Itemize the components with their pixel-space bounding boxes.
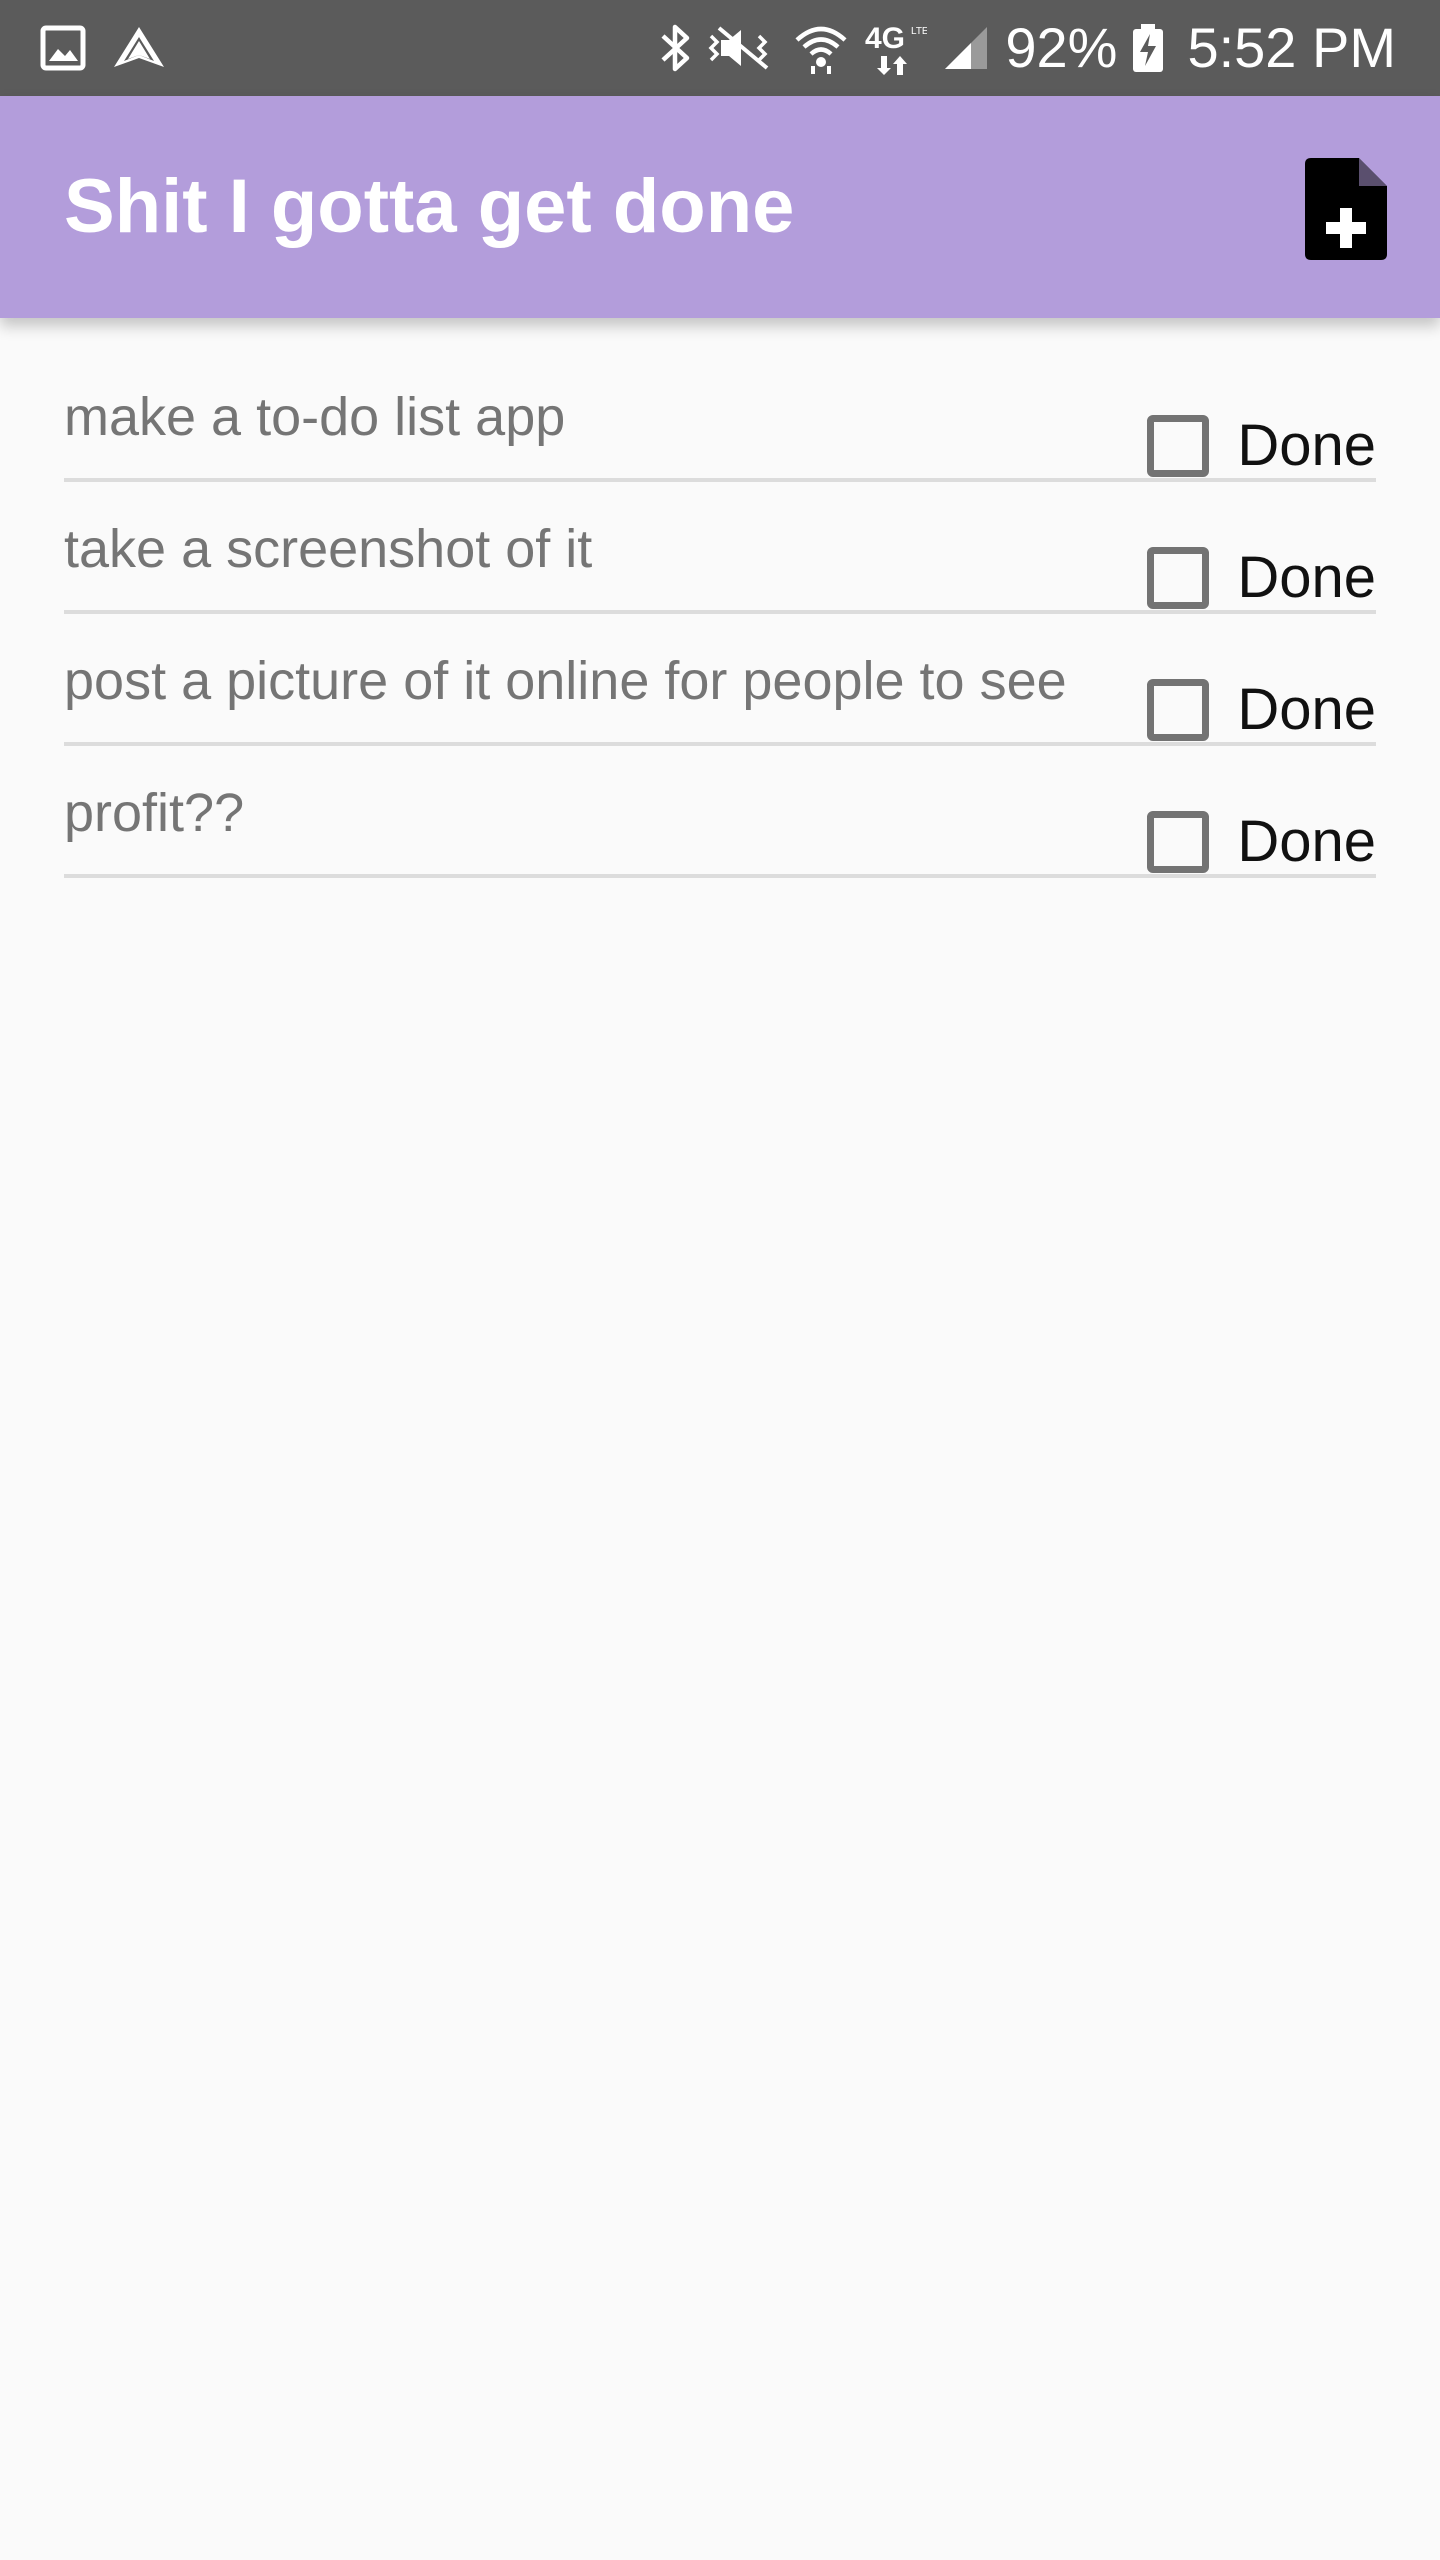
todo-text: post a picture of it online for people t… <box>64 651 1067 711</box>
add-todo-button[interactable] <box>1296 154 1396 264</box>
navigation-icon <box>112 25 166 71</box>
battery-charging-icon <box>1131 22 1165 74</box>
todo-item: make a to-do list app Done <box>64 350 1376 482</box>
done-checkbox[interactable] <box>1147 415 1210 477</box>
status-bar: 4G LTE 92% 5:52 PM <box>0 0 1440 96</box>
done-checkbox-control[interactable]: Done <box>1147 674 1376 746</box>
svg-text:LTE: LTE <box>911 26 927 37</box>
done-checkbox-control[interactable]: Done <box>1147 542 1376 614</box>
vibrate-mute-icon <box>707 22 779 74</box>
cellular-signal-icon <box>941 23 991 73</box>
app-bar: Shit I gotta get done <box>0 96 1440 318</box>
done-label: Done <box>1237 413 1376 478</box>
status-right-icons: 4G LTE 92% 5:52 PM <box>659 0 1396 96</box>
done-label: Done <box>1237 809 1376 874</box>
wifi-icon <box>793 22 849 74</box>
network-label: 4G <box>865 22 905 55</box>
todo-text: profit?? <box>64 783 245 843</box>
done-checkbox[interactable] <box>1147 547 1210 609</box>
todo-text: make a to-do list app <box>64 387 566 447</box>
todo-item: post a picture of it online for people t… <box>64 614 1376 746</box>
clock: 5:52 PM <box>1187 16 1396 79</box>
todo-text: take a screenshot of it <box>64 519 593 579</box>
4g-lte-icon: 4G LTE <box>863 20 927 76</box>
page-title: Shit I gotta get done <box>64 164 795 249</box>
todo-item: profit?? Done <box>64 746 1376 878</box>
done-label: Done <box>1237 677 1376 742</box>
bluetooth-icon <box>659 22 693 74</box>
done-checkbox[interactable] <box>1147 811 1210 873</box>
done-checkbox[interactable] <box>1147 679 1210 741</box>
battery-percent: 92% <box>1005 16 1118 79</box>
status-left-icons <box>40 20 166 76</box>
done-checkbox-control[interactable]: Done <box>1147 410 1376 482</box>
note-add-icon <box>1301 158 1391 267</box>
done-checkbox-control[interactable]: Done <box>1147 806 1376 878</box>
todo-list: make a to-do list app Done take a screen… <box>64 350 1376 878</box>
done-label: Done <box>1237 545 1376 610</box>
image-icon <box>40 25 86 71</box>
todo-item: take a screenshot of it Done <box>64 482 1376 614</box>
